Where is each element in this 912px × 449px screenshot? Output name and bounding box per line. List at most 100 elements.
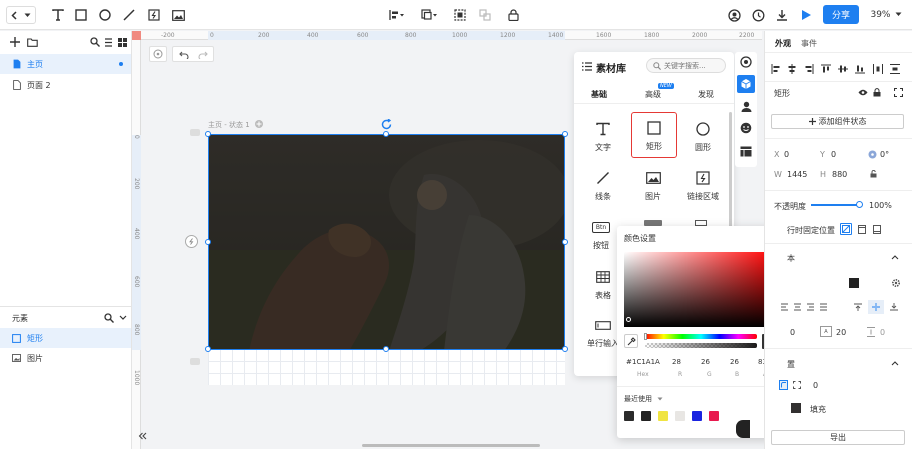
redo-button[interactable] xyxy=(195,49,211,61)
add-folder-button[interactable] xyxy=(26,36,38,48)
fix-bottom-button[interactable] xyxy=(871,223,883,235)
r-input[interactable]: 28 xyxy=(672,358,681,366)
side-component-button[interactable] xyxy=(737,75,755,93)
distribute-v-button[interactable] xyxy=(889,63,901,75)
side-user-button[interactable] xyxy=(737,97,755,115)
tab-appearance[interactable]: 外观 xyxy=(775,38,791,49)
page-sort-button[interactable] xyxy=(102,36,114,48)
align-hcenter-button[interactable] xyxy=(786,63,798,75)
paragraph-spacing-value[interactable]: 0 xyxy=(880,328,885,337)
page-item-2[interactable]: 页面 2 xyxy=(0,75,131,95)
align-bottom-button[interactable] xyxy=(854,63,866,75)
library-item-circle[interactable]: 圆形 xyxy=(681,114,725,158)
ungroup-button[interactable] xyxy=(476,6,494,24)
layer-dropdown[interactable] xyxy=(418,6,440,24)
corner-radius-value[interactable]: 0 xyxy=(813,381,818,390)
link-area-tool[interactable] xyxy=(145,6,163,24)
selection-handle[interactable] xyxy=(383,346,389,352)
page-search-button[interactable] xyxy=(89,36,101,48)
zoom-dropdown[interactable]: 39% xyxy=(866,5,906,24)
fix-top-button[interactable] xyxy=(856,223,868,235)
rotate-handle[interactable] xyxy=(379,117,393,131)
recent-color-swatch[interactable] xyxy=(709,411,719,421)
recent-color-swatch[interactable] xyxy=(658,411,668,421)
line-tool[interactable] xyxy=(120,6,138,24)
image-tool[interactable] xyxy=(169,6,187,24)
collapse-left-button[interactable] xyxy=(135,429,149,443)
b-input[interactable]: 26 xyxy=(730,358,739,366)
recent-color-swatch[interactable] xyxy=(641,411,651,421)
alpha-slider[interactable] xyxy=(645,343,757,348)
text-settings-button[interactable] xyxy=(890,277,901,288)
opacity-value[interactable]: 100% xyxy=(869,201,892,210)
anchor-handle[interactable] xyxy=(185,235,198,248)
elements-collapse-button[interactable] xyxy=(117,312,128,323)
tab-discover[interactable]: 发现 xyxy=(698,89,714,100)
side-emoji-button[interactable] xyxy=(737,119,755,137)
selection-handle[interactable] xyxy=(562,239,568,245)
selection-handle[interactable] xyxy=(205,131,211,137)
help-bubble[interactable] xyxy=(736,420,750,438)
fix-none-button[interactable] xyxy=(840,223,852,235)
share-button[interactable]: 分享 xyxy=(823,5,859,24)
text-align-icons[interactable] xyxy=(779,302,829,312)
back-button[interactable] xyxy=(6,6,36,24)
fill-color-swatch[interactable] xyxy=(791,403,801,413)
font-size-value[interactable]: 20 xyxy=(836,328,846,337)
element-item-rect[interactable]: 矩形 xyxy=(0,328,131,348)
canvas-target-button[interactable] xyxy=(149,46,167,62)
selection-handle[interactable] xyxy=(383,131,389,137)
download-button[interactable] xyxy=(773,6,791,24)
letter-spacing-value[interactable]: 0 xyxy=(790,328,795,337)
horizontal-scrollbar[interactable] xyxy=(362,444,540,447)
saturation-area[interactable] xyxy=(624,252,776,327)
undo-button[interactable] xyxy=(176,49,192,61)
library-item-rect[interactable]: 矩形 xyxy=(631,112,677,158)
align-top-button[interactable] xyxy=(820,63,832,75)
page-item-main[interactable]: 主页 xyxy=(0,54,131,74)
fill-section-collapse[interactable] xyxy=(890,359,900,367)
library-scrollbar[interactable] xyxy=(729,112,732,232)
selected-rect[interactable] xyxy=(208,134,565,350)
recent-color-swatch[interactable] xyxy=(692,411,702,421)
library-search[interactable] xyxy=(646,58,726,73)
add-page-button[interactable] xyxy=(9,36,21,48)
export-button[interactable]: 导出 xyxy=(771,430,905,445)
align-left-button[interactable] xyxy=(770,63,782,75)
radius-link-button[interactable] xyxy=(779,380,788,390)
lock-button[interactable] xyxy=(504,6,522,24)
align-dropdown[interactable] xyxy=(385,6,407,24)
distribute-h-button[interactable] xyxy=(872,63,884,75)
align-vcenter-button[interactable] xyxy=(837,63,849,75)
lock-element-button[interactable] xyxy=(872,87,882,97)
align-right-button[interactable] xyxy=(803,63,815,75)
expand-button[interactable] xyxy=(893,87,903,97)
valign-top-button[interactable] xyxy=(850,300,866,314)
selection-handle[interactable] xyxy=(562,131,568,137)
library-item-button[interactable]: Btn 按钮 xyxy=(581,212,621,256)
visibility-button[interactable] xyxy=(857,87,869,97)
text-tool[interactable] xyxy=(49,6,67,24)
text-color-swatch[interactable] xyxy=(849,278,859,288)
page-grid-button[interactable] xyxy=(116,36,128,48)
valign-bottom-button[interactable] xyxy=(886,300,902,314)
element-search-button[interactable] xyxy=(103,312,114,323)
opacity-slider[interactable] xyxy=(811,201,863,208)
hue-thumb[interactable] xyxy=(644,333,647,340)
tab-basic[interactable]: 基础 xyxy=(591,89,607,100)
preview-button[interactable] xyxy=(797,6,815,24)
selection-handle[interactable] xyxy=(562,346,568,352)
opacity-thumb[interactable] xyxy=(856,201,863,208)
ratio-lock-button[interactable] xyxy=(868,169,878,179)
recent-color-swatch[interactable] xyxy=(624,411,634,421)
valign-middle-button[interactable] xyxy=(868,300,884,314)
y-input[interactable]: 0 xyxy=(831,150,836,159)
eyedropper-button[interactable] xyxy=(624,334,638,348)
state-add-button[interactable] xyxy=(255,120,263,128)
hex-input[interactable]: 1C1A1A xyxy=(632,358,660,366)
w-input[interactable]: 1445 xyxy=(787,170,807,179)
library-item-text[interactable]: 文字 xyxy=(581,114,625,158)
recent-color-swatch[interactable] xyxy=(675,411,685,421)
side-template-button[interactable] xyxy=(737,142,755,160)
group-button[interactable] xyxy=(451,6,469,24)
